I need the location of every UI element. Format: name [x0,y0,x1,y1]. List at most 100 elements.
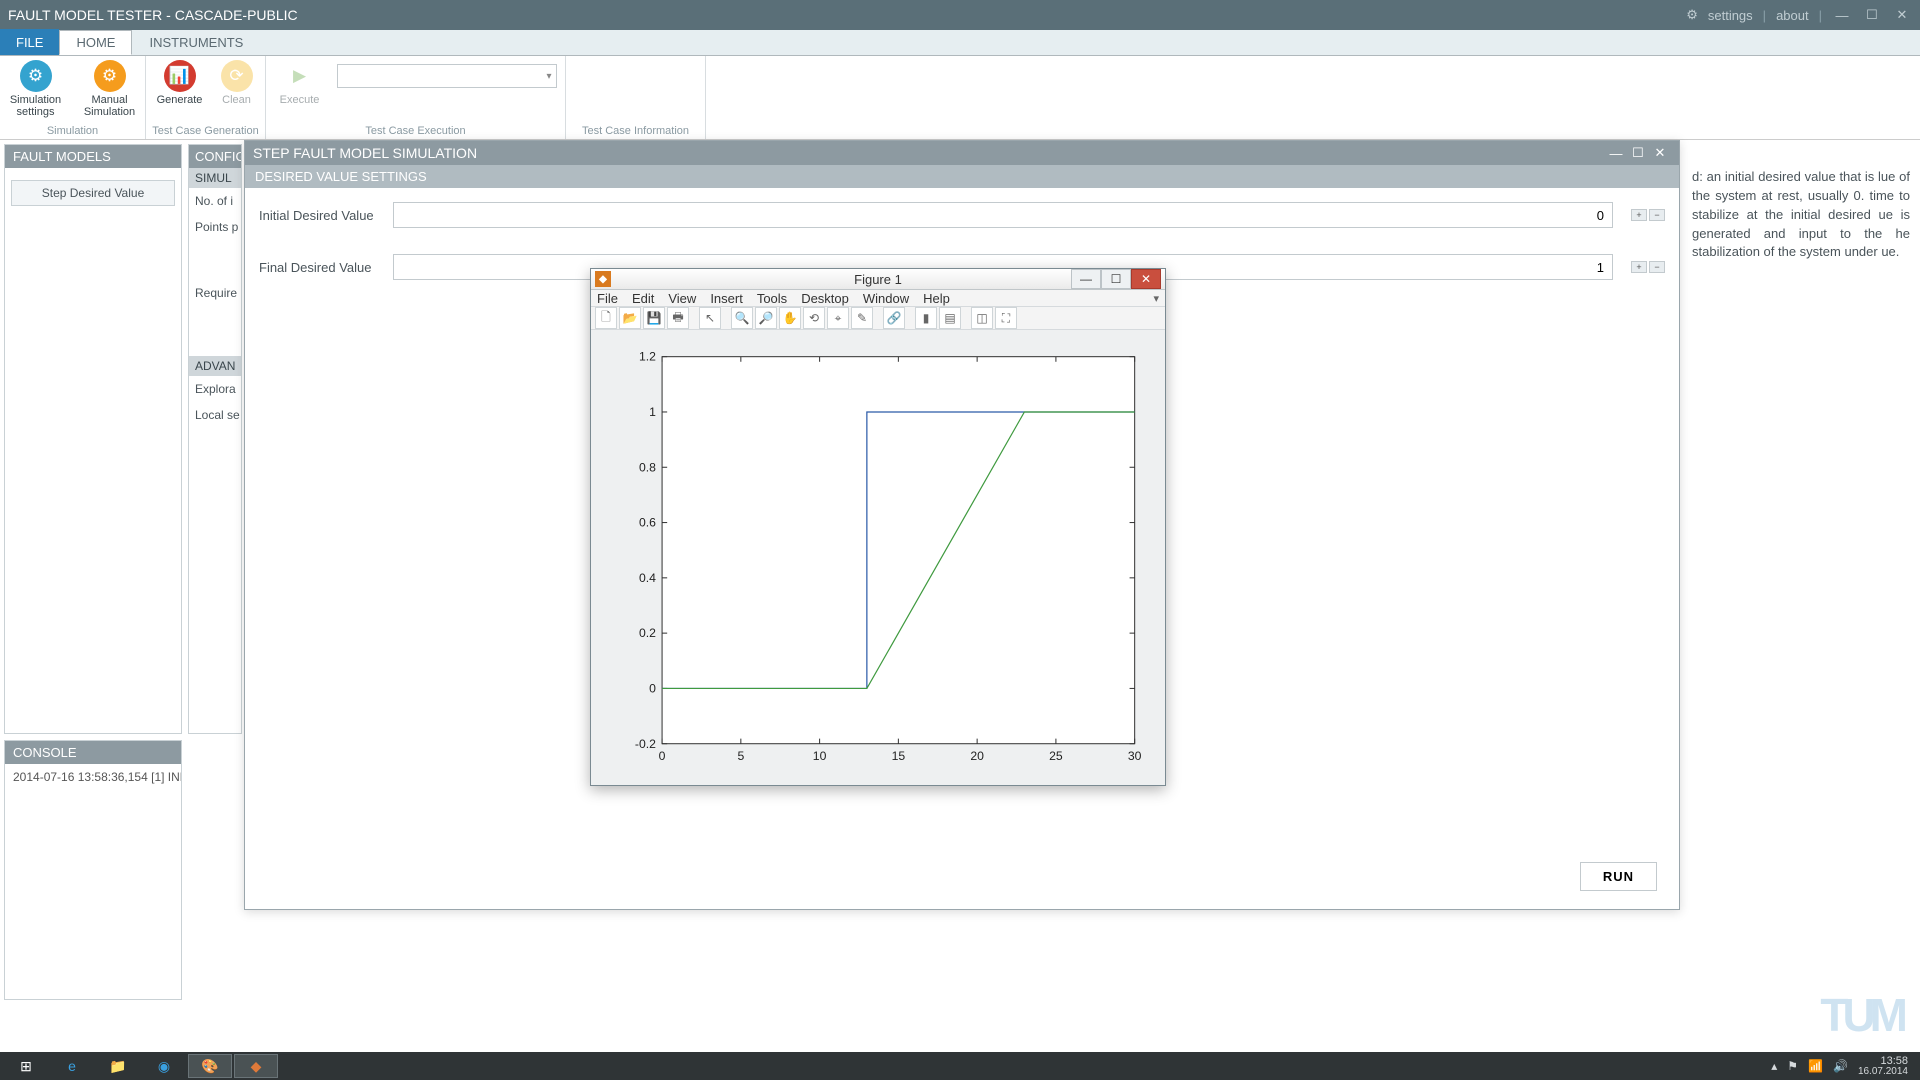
tray-chevron-icon[interactable]: ▴ [1771,1059,1777,1073]
simulation-settings-button[interactable]: ⚙ Simulation settings [5,60,67,118]
increment-button[interactable]: + [1631,209,1647,221]
execute-button[interactable]: ▶ Execute [275,60,325,106]
open-icon[interactable]: 📂 [619,307,641,329]
new-icon[interactable]: 🗋 [595,307,617,329]
link-icon[interactable]: 🔗 [883,307,905,329]
menu-file[interactable]: File [597,291,618,306]
matlab-icon: ◆ [595,271,611,287]
maximize-button[interactable]: ☐ [1862,7,1882,23]
config-row: Points p [189,214,241,240]
config-row: No. of i [189,188,241,214]
taskbar-ie[interactable]: e [50,1054,94,1078]
legend-icon[interactable]: ▤ [939,307,961,329]
menu-insert[interactable]: Insert [710,291,743,306]
app-title: FAULT MODEL TESTER - CASCADE-PUBLIC [8,7,298,23]
svg-text:0: 0 [659,749,666,763]
svg-text:20: 20 [970,749,984,763]
svg-text:1.2: 1.2 [639,350,656,364]
sim-window-titlebar[interactable]: STEP FAULT MODEL SIMULATION — ☐ ✕ [245,141,1679,165]
svg-text:10: 10 [813,749,827,763]
menu-help[interactable]: Help [923,291,950,306]
menu-tools[interactable]: Tools [757,291,787,306]
sim-window-title: STEP FAULT MODEL SIMULATION [253,145,477,161]
step-desired-value-button[interactable]: Step Desired Value [11,180,175,206]
play-icon: ▶ [284,60,316,92]
final-value-label: Final Desired Value [259,260,379,275]
minimize-button[interactable]: — [1071,269,1101,289]
svg-text:0: 0 [649,682,656,696]
taskbar-matlab[interactable]: ◆ [234,1054,278,1078]
config-advan-header: ADVAN [189,356,241,376]
svg-text:-0.2: -0.2 [635,737,656,751]
manual-simulation-button[interactable]: ⚙ Manual Simulation [79,60,141,118]
initial-value-input[interactable] [393,202,1613,228]
settings-link[interactable]: settings [1708,8,1753,23]
menu-view[interactable]: View [668,291,696,306]
figure-window: ◆ Figure 1 — ☐ ✕ File Edit View Insert T… [590,268,1166,786]
close-button[interactable]: ✕ [1649,145,1671,161]
pan-icon[interactable]: ✋ [779,307,801,329]
figure-menubar: File Edit View Insert Tools Desktop Wind… [591,290,1165,307]
svg-text:30: 30 [1128,749,1142,763]
clean-button[interactable]: ⟳ Clean [217,60,257,106]
tab-instruments[interactable]: INSTRUMENTS [132,30,260,55]
zoom-in-icon[interactable]: 🔍 [731,307,753,329]
undock-icon[interactable]: ⛶ [995,307,1017,329]
tray-clock[interactable]: 13:58 16.07.2014 [1858,1056,1908,1077]
figure-titlebar[interactable]: ◆ Figure 1 — ☐ ✕ [591,269,1165,290]
rotate-icon[interactable]: ⟲ [803,307,825,329]
clean-icon: ⟳ [221,60,253,92]
gear-icon[interactable]: ⚙ [1686,7,1698,23]
tray-date: 16.07.2014 [1858,1067,1908,1077]
tray-volume-icon[interactable]: 🔊 [1833,1059,1848,1073]
decrement-button[interactable]: − [1649,261,1665,273]
svg-text:1: 1 [649,405,656,419]
menu-more-icon[interactable]: ▾ [1153,292,1159,305]
datacursor-icon[interactable]: ⌖ [827,307,849,329]
minimize-button[interactable]: — [1605,146,1627,161]
tray-network-icon[interactable]: 📶 [1808,1059,1823,1073]
close-button[interactable]: ✕ [1131,269,1161,289]
menu-window[interactable]: Window [863,291,909,306]
run-button[interactable]: RUN [1580,862,1657,891]
config-row: Require [189,280,241,306]
decrement-button[interactable]: − [1649,209,1665,221]
console-panel: CONSOLE 2014-07-16 13:58:36,154 [1] INFO… [4,740,182,1000]
fault-models-panel: FAULT MODELS Step Desired Value [4,144,182,734]
ribbon-group-label: Test Case Execution [266,125,565,137]
save-icon[interactable]: 💾 [643,307,665,329]
config-panel: CONFIG SIMUL No. of i Points p Require A… [188,144,242,734]
taskbar-app2[interactable]: 🎨 [188,1054,232,1078]
dock-icon[interactable]: ◫ [971,307,993,329]
menu-edit[interactable]: Edit [632,291,654,306]
svg-text:0.6: 0.6 [639,516,656,530]
pointer-icon[interactable]: ↖ [699,307,721,329]
minimize-button[interactable]: — [1832,8,1852,23]
close-button[interactable]: ✕ [1892,7,1912,23]
console-output: 2014-07-16 13:58:36,154 [1] INFO Control… [5,764,181,790]
svg-text:0.8: 0.8 [639,461,656,475]
ribbon-tabbar: FILE HOME INSTRUMENTS [0,30,1920,56]
svg-text:15: 15 [892,749,906,763]
maximize-button[interactable]: ☐ [1627,145,1649,161]
ribbon-group-label: Test Case Information [566,125,705,137]
colorbar-icon[interactable]: ▮ [915,307,937,329]
tray-flag-icon[interactable]: ⚑ [1787,1059,1798,1073]
maximize-button[interactable]: ☐ [1101,269,1131,289]
menu-desktop[interactable]: Desktop [801,291,849,306]
print-icon[interactable]: 🖶 [667,307,689,329]
testcase-dropdown[interactable]: ▾ [337,64,557,88]
increment-button[interactable]: + [1631,261,1647,273]
taskbar-app1[interactable]: ◉ [142,1054,186,1078]
taskbar-explorer[interactable]: 📁 [96,1054,140,1078]
generate-button[interactable]: 📊 Generate [155,60,205,106]
ribbon-group-label: Simulation [0,125,145,137]
tab-home[interactable]: HOME [59,30,132,55]
system-tray: ▴ ⚑ 📶 🔊 13:58 16.07.2014 [1771,1056,1916,1077]
zoom-out-icon[interactable]: 🔎 [755,307,777,329]
brush-icon[interactable]: ✎ [851,307,873,329]
tab-file[interactable]: FILE [0,29,59,55]
about-link[interactable]: about [1776,8,1809,23]
config-row: Explora [189,376,241,402]
start-button[interactable]: ⊞ [4,1054,48,1078]
